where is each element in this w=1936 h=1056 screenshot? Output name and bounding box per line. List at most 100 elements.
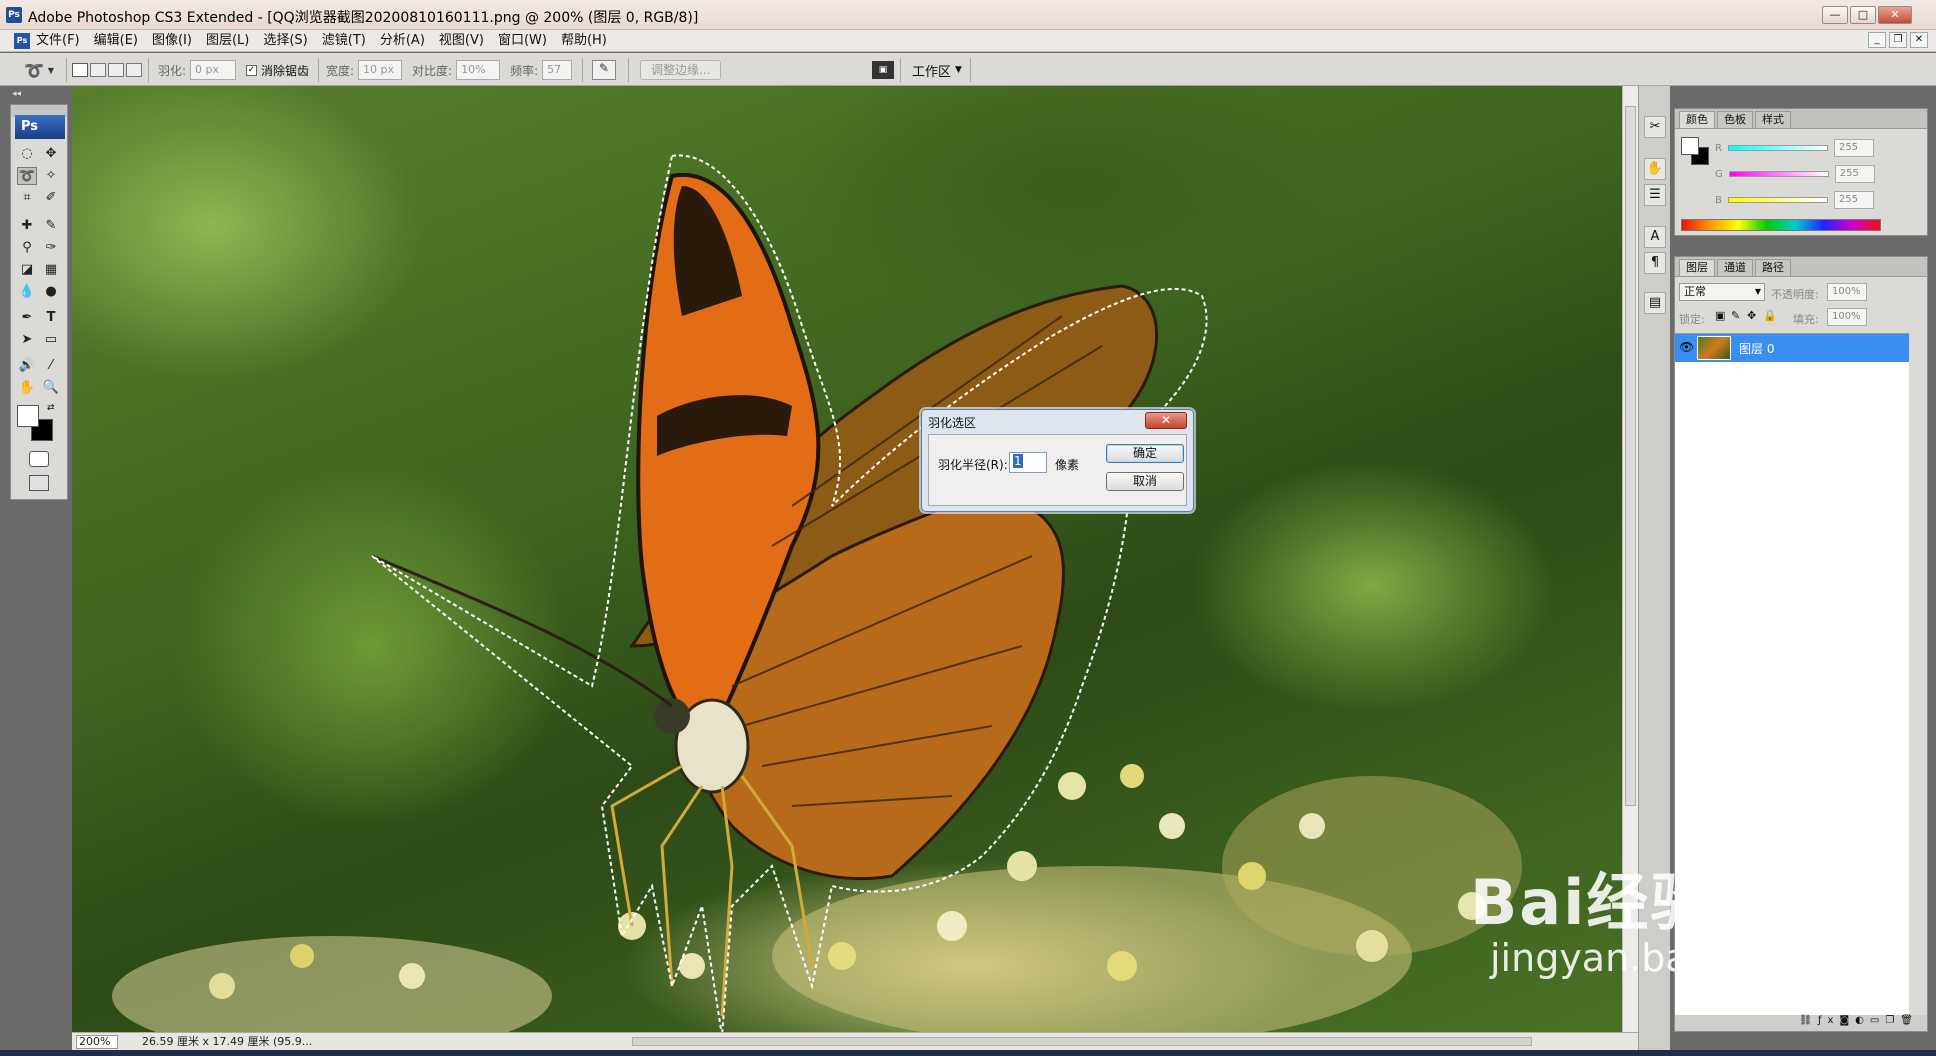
tab-swatches[interactable]: 色板	[1717, 111, 1753, 128]
gradient-tool-icon[interactable]: ▦	[41, 261, 61, 279]
zoom-tool-icon[interactable]: 🔍	[41, 379, 61, 397]
lasso-tool-icon[interactable]: ➰	[17, 167, 37, 185]
healing-brush-icon[interactable]: ✚	[17, 217, 37, 235]
marquee-tool-icon[interactable]: ◌	[17, 145, 37, 163]
brush-tool-icon[interactable]: ✎	[41, 217, 61, 235]
cancel-button[interactable]: 取消	[1106, 472, 1184, 491]
menu-image[interactable]: 图像(I)	[152, 32, 192, 50]
lock-transparency-icon[interactable]: ▣	[1715, 309, 1725, 322]
workspace-menu[interactable]: 工作区	[912, 61, 951, 80]
layer-thumbnail[interactable]	[1697, 336, 1731, 360]
new-group-icon[interactable]: ▭	[1870, 1015, 1885, 1026]
shape-tool-icon[interactable]: ▭	[41, 331, 61, 349]
lock-all-icon[interactable]: 🔒	[1763, 309, 1777, 322]
adjustment-layer-icon[interactable]: ◐	[1855, 1015, 1870, 1026]
tab-channels[interactable]: 通道	[1717, 259, 1753, 276]
lasso-preset-icon[interactable]: ➰	[24, 61, 44, 80]
document-icon[interactable]: Ps	[14, 33, 30, 49]
move-tool-icon[interactable]: ✥	[41, 145, 61, 163]
feather-radius-input[interactable]: 1	[1009, 452, 1047, 473]
contrast-field[interactable]: 10%	[456, 60, 501, 80]
b-slider[interactable]	[1727, 197, 1828, 203]
menu-analysis[interactable]: 分析(A)	[380, 32, 425, 50]
layer-style-icon[interactable]: ƒx	[1818, 1015, 1839, 1026]
dodge-tool-icon[interactable]: ●	[41, 283, 61, 301]
history-icon[interactable]: ✋	[1644, 158, 1666, 180]
screen-mode-icon[interactable]	[29, 475, 49, 491]
fill-field[interactable]: 100%	[1827, 308, 1867, 326]
ok-button[interactable]: 确定	[1106, 444, 1184, 463]
new-layer-icon[interactable]: ❐	[1885, 1015, 1900, 1026]
clone-stamp-icon[interactable]: ⚲	[17, 239, 37, 257]
doc-minimize-button[interactable]: _	[1868, 32, 1886, 48]
layer-comps-icon[interactable]: ▤	[1644, 292, 1666, 314]
minimize-button[interactable]: —	[1822, 6, 1848, 24]
lock-position-icon[interactable]: ✥	[1747, 309, 1756, 322]
menu-select[interactable]: 选择(S)	[263, 32, 307, 50]
eraser-tool-icon[interactable]: ◪	[17, 261, 37, 279]
horizontal-scrollbar[interactable]	[632, 1037, 1532, 1046]
zoom-field[interactable]: 200%	[76, 1035, 118, 1049]
layer-name[interactable]: 图层 0	[1739, 340, 1774, 357]
eyedropper-tool-icon[interactable]: ⁄	[41, 357, 61, 375]
g-slider[interactable]	[1728, 171, 1829, 177]
intersect-selection-icon[interactable]	[126, 63, 142, 77]
opacity-field[interactable]: 100%	[1827, 283, 1867, 301]
frequency-field[interactable]: 57	[542, 60, 573, 80]
tab-color[interactable]: 颜色	[1679, 111, 1715, 128]
subtract-selection-icon[interactable]	[108, 63, 124, 77]
color-spectrum[interactable]	[1681, 219, 1881, 231]
feather-field[interactable]: 0 px	[190, 60, 237, 80]
history-brush-icon[interactable]: ✑	[41, 239, 61, 257]
slice-tool-icon[interactable]: ✐	[41, 189, 61, 207]
actions-icon[interactable]: ☰	[1644, 184, 1666, 206]
menu-view[interactable]: 视图(V)	[439, 32, 484, 50]
b-value[interactable]: 255	[1833, 191, 1874, 209]
magic-wand-tool-icon[interactable]: ✧	[41, 167, 61, 185]
tab-layers[interactable]: 图层	[1679, 259, 1715, 276]
document-canvas[interactable]	[72, 86, 1622, 1032]
menu-file[interactable]: 文件(F)	[36, 32, 80, 50]
workspace-dropdown-icon[interactable]: ▼	[955, 65, 962, 75]
link-layers-icon[interactable]: ⛓	[1799, 1015, 1818, 1026]
blur-tool-icon[interactable]: 💧	[17, 283, 37, 301]
character-icon[interactable]: A	[1644, 226, 1666, 248]
type-tool-icon[interactable]: T	[41, 309, 61, 327]
hand-tool-icon[interactable]: ✋	[17, 379, 37, 397]
add-mask-icon[interactable]: ◙	[1839, 1015, 1855, 1026]
doc-close-button[interactable]: ✕	[1910, 32, 1928, 48]
menu-edit[interactable]: 编辑(E)	[94, 32, 138, 50]
eye-icon[interactable]: 👁	[1679, 340, 1694, 354]
preset-dropdown-icon[interactable]: ▼	[48, 66, 54, 75]
width-field[interactable]: 10 px	[358, 60, 403, 80]
notes-tool-icon[interactable]: 🔊	[17, 357, 37, 375]
tab-paths[interactable]: 路径	[1755, 259, 1791, 276]
doc-restore-button[interactable]: ❐	[1889, 32, 1907, 48]
layer-row[interactable]: 👁 图层 0	[1675, 334, 1909, 362]
bridge-icon[interactable]: ▣	[872, 61, 894, 79]
vertical-scroll-thumb[interactable]	[1625, 106, 1636, 806]
path-select-icon[interactable]: ➤	[17, 331, 37, 349]
tablet-pressure-icon[interactable]: ✎	[592, 60, 616, 80]
quick-mask-icon[interactable]	[29, 451, 49, 467]
new-selection-icon[interactable]	[72, 63, 88, 77]
swap-colors-icon[interactable]: ⇄	[47, 403, 55, 413]
r-value[interactable]: 255	[1833, 139, 1874, 157]
refine-edge-button[interactable]: 调整边缘...	[640, 60, 722, 80]
r-slider[interactable]	[1727, 145, 1828, 151]
toolbox-collapse-icon[interactable]: ◂◂	[12, 89, 21, 99]
menu-window[interactable]: 窗口(W)	[498, 32, 547, 50]
delete-layer-icon[interactable]: 🗑	[1900, 1015, 1919, 1026]
dialog-close-button[interactable]: ✕	[1145, 412, 1187, 429]
pen-tool-icon[interactable]: ✒	[17, 309, 37, 327]
close-window-button[interactable]: ✕	[1878, 6, 1912, 24]
paragraph-icon[interactable]: ¶	[1644, 252, 1666, 274]
foreground-color-swatch[interactable]	[17, 405, 39, 427]
menu-help[interactable]: 帮助(H)	[561, 32, 607, 50]
menu-filter[interactable]: 滤镜(T)	[322, 32, 366, 50]
g-value[interactable]: 255	[1834, 165, 1875, 183]
lock-pixels-icon[interactable]: ✎	[1731, 309, 1740, 322]
tab-styles[interactable]: 样式	[1755, 111, 1791, 128]
navigator-icon[interactable]: ✂	[1644, 116, 1666, 138]
antialias-checkbox[interactable]: ✓	[246, 64, 258, 76]
